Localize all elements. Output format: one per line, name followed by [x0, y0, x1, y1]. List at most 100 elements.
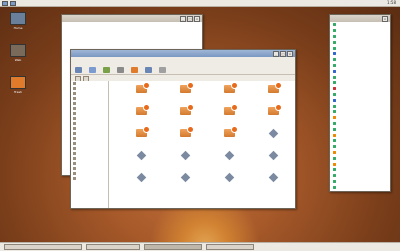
- tree-window[interactable]: ×: [329, 14, 391, 192]
- tree-row-icon: [333, 87, 336, 91]
- emblem-icon: [186, 126, 194, 133]
- tree-row-icon: [333, 40, 336, 44]
- file-item[interactable]: [251, 128, 295, 151]
- file-item[interactable]: [295, 173, 296, 195]
- file-icon: [136, 150, 146, 161]
- tree-row-icon: [333, 156, 336, 160]
- workspace-icon[interactable]: [2, 0, 8, 6]
- folder-item[interactable]: [207, 82, 251, 107]
- maximize-button[interactable]: □: [280, 51, 286, 57]
- file-item[interactable]: [295, 129, 296, 151]
- file-item[interactable]: [119, 172, 163, 195]
- file-view: [109, 81, 295, 208]
- file-icon: [136, 172, 146, 183]
- tree-row-icon: [333, 52, 336, 56]
- folder-item[interactable]: [119, 82, 163, 107]
- toolbar-icon: [145, 67, 152, 73]
- folder-item[interactable]: [207, 126, 251, 151]
- folder-item[interactable]: [119, 126, 163, 151]
- taskbar-button[interactable]: [206, 244, 254, 250]
- folder-item[interactable]: [163, 126, 207, 151]
- file-item[interactable]: [251, 150, 295, 173]
- tree-row-icon: [333, 104, 336, 108]
- toolbar-button[interactable]: [131, 67, 138, 74]
- desktop-icon[interactable]: Home: [6, 12, 30, 30]
- taskbar-button[interactable]: [144, 244, 202, 250]
- desktop-icon[interactable]: Web: [6, 44, 30, 62]
- emblem-icon: [142, 82, 150, 89]
- emblem-icon: [142, 126, 150, 133]
- sidebar-item[interactable]: [71, 176, 108, 181]
- toolbar-icon: [103, 67, 110, 73]
- folder-icon: [73, 92, 76, 95]
- tree-row-icon: [333, 63, 336, 67]
- emblem-icon: [274, 82, 282, 89]
- folder-icon: [73, 87, 76, 90]
- toolbar-icon: [159, 67, 166, 73]
- folder-item[interactable]: [295, 107, 296, 129]
- folder-item[interactable]: [251, 82, 295, 107]
- emblem-icon: [230, 104, 238, 111]
- tree-row-icon: [333, 23, 336, 27]
- toolbar-button[interactable]: [117, 67, 124, 74]
- folder-icon: [73, 122, 76, 125]
- minimize-button[interactable]: _: [273, 51, 279, 57]
- window-titlebar[interactable]: ×: [330, 15, 390, 22]
- toolbar-icon: [75, 67, 82, 73]
- taskbar-button[interactable]: [4, 244, 82, 250]
- toolbar-icon: [117, 67, 124, 73]
- toolbar-button[interactable]: [103, 67, 110, 74]
- folder-icon: [73, 82, 76, 85]
- tree-row-icon: [333, 98, 336, 102]
- workspace-icon[interactable]: [10, 0, 16, 6]
- folder-icon: [73, 137, 76, 140]
- folder-icon: [73, 177, 76, 180]
- tree-row-icon: [333, 145, 336, 149]
- file-icon: [180, 172, 190, 183]
- tree-row-icon: [333, 127, 336, 131]
- tree-row-icon: [333, 58, 336, 62]
- taskbar-button[interactable]: [86, 244, 140, 250]
- folder-icon: [73, 117, 76, 120]
- file-item[interactable]: [163, 172, 207, 195]
- desktop-icon-glyph: [10, 44, 26, 57]
- file-manager-window[interactable]: _ □ ×: [70, 49, 296, 209]
- folder-icon: [73, 157, 76, 160]
- file-item[interactable]: [163, 150, 207, 173]
- file-item[interactable]: [207, 172, 251, 195]
- tree-row-icon: [333, 133, 336, 137]
- tree-row-icon: [333, 179, 336, 183]
- file-icon: [224, 150, 234, 161]
- tree-row-icon: [333, 139, 336, 143]
- file-icon: [268, 172, 278, 183]
- file-item[interactable]: [207, 150, 251, 173]
- tree-row-icon: [333, 185, 336, 189]
- toolbar-button[interactable]: [145, 67, 152, 74]
- desktop-icon[interactable]: Trash: [6, 76, 30, 94]
- tree-row[interactable]: [330, 184, 390, 190]
- folder-item[interactable]: [119, 104, 163, 129]
- emblem-icon: [142, 104, 150, 111]
- folder-item[interactable]: [295, 85, 296, 107]
- file-item[interactable]: [119, 150, 163, 173]
- folder-item[interactable]: [163, 104, 207, 129]
- folder-icon: [73, 152, 76, 155]
- desktop-icon-label: Trash: [14, 90, 22, 94]
- tree-list: [330, 22, 390, 191]
- folder-icon: [73, 162, 76, 165]
- folder-item[interactable]: [251, 104, 295, 129]
- toolbar-button[interactable]: [89, 67, 96, 74]
- close-button[interactable]: ×: [287, 51, 293, 57]
- panel-clock[interactable]: 1:58: [387, 0, 396, 6]
- file-item[interactable]: [295, 151, 296, 173]
- folder-item[interactable]: [207, 104, 251, 129]
- tree-row-icon: [333, 34, 336, 38]
- toolbar-button[interactable]: [75, 67, 82, 74]
- window-titlebar[interactable]: _ □ ×: [62, 15, 202, 22]
- window-titlebar[interactable]: _ □ ×: [71, 50, 295, 57]
- file-icon: [180, 150, 190, 161]
- file-item[interactable]: [251, 172, 295, 195]
- folder-icon: [73, 127, 76, 130]
- toolbar-button[interactable]: [159, 67, 166, 74]
- folder-item[interactable]: [163, 82, 207, 107]
